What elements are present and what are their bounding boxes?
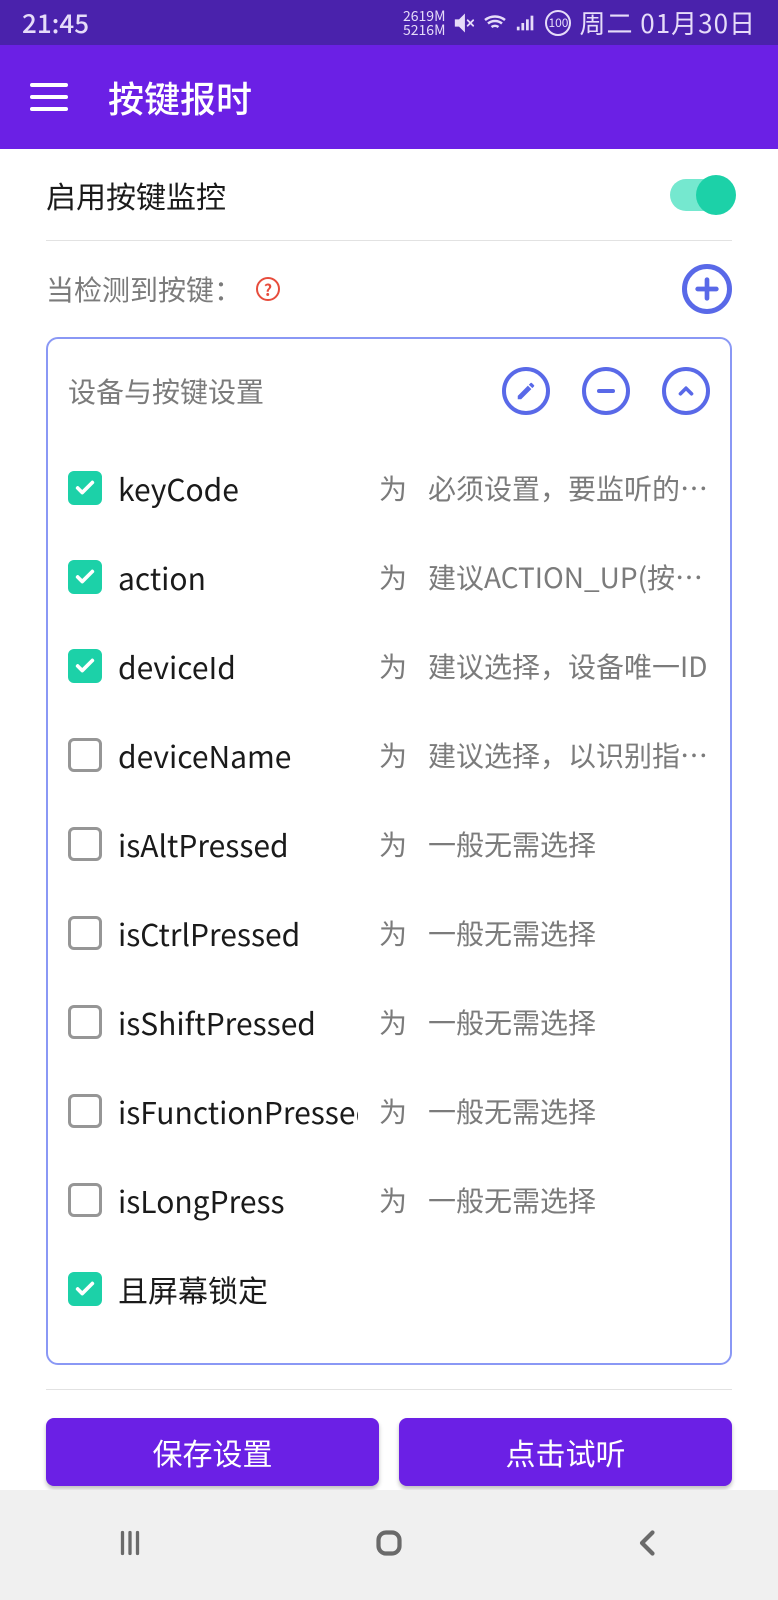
status-time: 21:45: [22, 4, 89, 41]
detect-row: 当检测到按键： ?: [46, 241, 732, 337]
help-icon[interactable]: ?: [256, 277, 280, 301]
setting-name: isFunctionPressed: [118, 1089, 358, 1133]
setting-desc: 一般无需选择: [428, 1091, 710, 1131]
status-date: 周二 01月30日: [579, 4, 756, 41]
checkbox[interactable]: [68, 560, 102, 594]
setting-row[interactable]: isAltPressed 为一般无需选择: [68, 799, 710, 888]
collapse-icon[interactable]: [662, 367, 710, 415]
setting-desc: 一般无需选择: [428, 1002, 710, 1042]
edit-icon[interactable]: [502, 367, 550, 415]
checkbox[interactable]: [68, 827, 102, 861]
setting-row[interactable]: deviceName 为建议选择，以识别指定...: [68, 710, 710, 799]
setting-row[interactable]: deviceId 为建议选择，设备唯一ID: [68, 621, 710, 710]
setting-is: 为: [374, 1002, 412, 1042]
setting-is: 为: [374, 646, 412, 686]
app-bar: 按键报时: [0, 45, 778, 149]
setting-is: 为: [374, 1180, 412, 1220]
setting-desc: 建议选择，设备唯一ID: [428, 646, 710, 686]
checkbox[interactable]: [68, 1094, 102, 1128]
setting-row[interactable]: isLongPress 为一般无需选择: [68, 1155, 710, 1244]
setting-row[interactable]: isShiftPressed 为一般无需选择: [68, 977, 710, 1066]
setting-is: 为: [374, 913, 412, 953]
add-button[interactable]: [682, 264, 732, 314]
save-button[interactable]: 保存设置: [46, 1418, 379, 1486]
status-bar: 21:45 2619M 5216M 100 周二 01月30日: [0, 0, 778, 45]
preview-button[interactable]: 点击试听: [399, 1418, 732, 1486]
enable-row: 启用按键监控: [46, 149, 732, 241]
setting-desc: 一般无需选择: [428, 913, 710, 953]
setting-name: isShiftPressed: [118, 1000, 358, 1044]
setting-name: isAltPressed: [118, 822, 358, 866]
mute-icon: [453, 12, 475, 34]
card-header: 设备与按键设置: [68, 359, 710, 443]
checkbox[interactable]: [68, 1005, 102, 1039]
setting-row[interactable]: keyCode 为必须设置，要监听的按键: [68, 443, 710, 532]
enable-label: 启用按键监控: [46, 173, 226, 217]
checkbox[interactable]: [68, 471, 102, 505]
status-memory: 2619M 5216M: [403, 9, 445, 37]
wifi-icon: [483, 11, 507, 35]
setting-is: 为: [374, 735, 412, 775]
checkbox[interactable]: [68, 1272, 102, 1306]
setting-name: deviceId: [118, 644, 358, 688]
setting-row[interactable]: isFunctionPressed 为一般无需选择: [68, 1066, 710, 1155]
setting-name: 且屏幕锁定: [118, 1267, 358, 1311]
navigation-bar: [0, 1490, 778, 1600]
page-title: 按键报时: [108, 71, 252, 123]
setting-is: 为: [374, 1091, 412, 1131]
menu-icon[interactable]: [30, 83, 68, 111]
checkbox[interactable]: [68, 916, 102, 950]
setting-name: keyCode: [118, 466, 358, 510]
enable-toggle[interactable]: [670, 179, 732, 211]
home-icon[interactable]: [371, 1525, 407, 1566]
signal-icon: [515, 12, 537, 34]
setting-desc: 一般无需选择: [428, 824, 710, 864]
setting-name: isCtrlPressed: [118, 911, 358, 955]
detect-label: 当检测到按键： ?: [46, 269, 280, 309]
setting-row[interactable]: action 为建议ACTION_UP(按键...: [68, 532, 710, 621]
back-icon[interactable]: [630, 1525, 666, 1566]
setting-desc: 一般无需选择: [428, 1180, 710, 1220]
setting-name: isLongPress: [118, 1178, 358, 1222]
setting-name: action: [118, 555, 358, 599]
setting-desc: 必须设置，要监听的按键: [428, 468, 710, 508]
status-right: 2619M 5216M 100 周二 01月30日: [403, 4, 756, 41]
device-key-card: 设备与按键设置 keyCode为必须设置，要监听的按键action为建议ACTI…: [46, 337, 732, 1365]
remove-icon[interactable]: [582, 367, 630, 415]
setting-name: deviceName: [118, 733, 358, 777]
setting-row[interactable]: 且屏幕锁定: [68, 1244, 710, 1333]
setting-desc: 建议选择，以识别指定...: [428, 735, 710, 775]
setting-is: 为: [374, 557, 412, 597]
setting-is: 为: [374, 468, 412, 508]
setting-desc: 建议ACTION_UP(按键...: [428, 557, 710, 597]
card-title: 设备与按键设置: [68, 371, 264, 411]
recents-icon[interactable]: [112, 1525, 148, 1566]
setting-is: 为: [374, 824, 412, 864]
checkbox[interactable]: [68, 649, 102, 683]
checkbox[interactable]: [68, 738, 102, 772]
battery-icon: 100: [545, 10, 571, 36]
setting-row[interactable]: isCtrlPressed 为一般无需选择: [68, 888, 710, 977]
checkbox[interactable]: [68, 1183, 102, 1217]
